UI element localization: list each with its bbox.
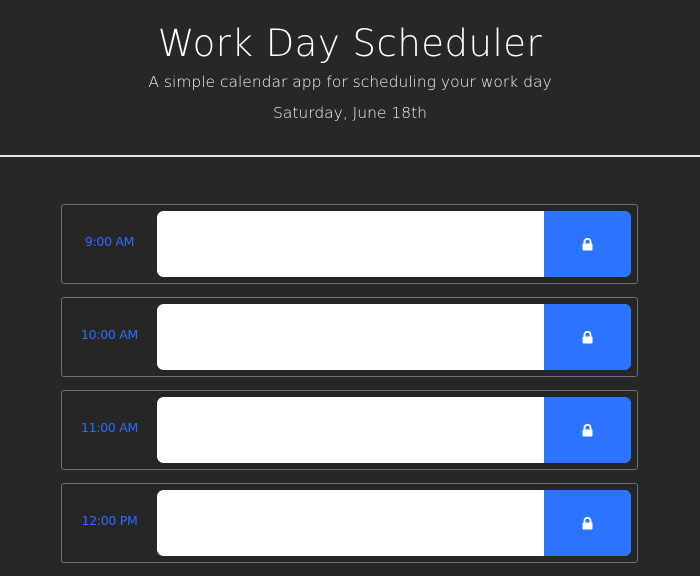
lock-icon bbox=[582, 516, 593, 530]
page-header: Work Day Scheduler A simple calendar app… bbox=[0, 0, 700, 157]
hour-label: 9:00 AM bbox=[84, 234, 135, 249]
lock-icon bbox=[582, 330, 593, 344]
page-title: Work Day Scheduler bbox=[157, 22, 543, 65]
event-entry bbox=[157, 304, 631, 370]
lock-icon bbox=[582, 237, 593, 251]
hour-label: 10:00 AM bbox=[81, 327, 138, 342]
event-textarea[interactable] bbox=[157, 211, 544, 277]
event-entry bbox=[157, 397, 631, 463]
time-block: 11:00 AM bbox=[61, 390, 638, 470]
time-block: 12:00 PM bbox=[61, 483, 638, 563]
time-block: 9:00 AM bbox=[61, 204, 638, 284]
save-button[interactable] bbox=[544, 304, 631, 370]
event-textarea[interactable] bbox=[157, 490, 544, 556]
hour-label: 12:00 PM bbox=[81, 513, 138, 528]
hour-label: 11:00 AM bbox=[81, 420, 138, 435]
current-date: Saturday, June 18th bbox=[272, 104, 427, 122]
event-entry bbox=[157, 490, 631, 556]
event-textarea[interactable] bbox=[157, 397, 544, 463]
save-button[interactable] bbox=[544, 397, 631, 463]
time-block: 10:00 AM bbox=[61, 297, 638, 377]
schedule-container: 9:00 AM 10:00 AM 11:00 AM 12:00 PM bbox=[61, 204, 638, 576]
save-button[interactable] bbox=[544, 211, 631, 277]
page-subtitle: A simple calendar app for scheduling you… bbox=[148, 73, 552, 91]
event-textarea[interactable] bbox=[157, 304, 544, 370]
save-button[interactable] bbox=[544, 490, 631, 556]
event-entry bbox=[157, 211, 631, 277]
lock-icon bbox=[582, 423, 593, 437]
